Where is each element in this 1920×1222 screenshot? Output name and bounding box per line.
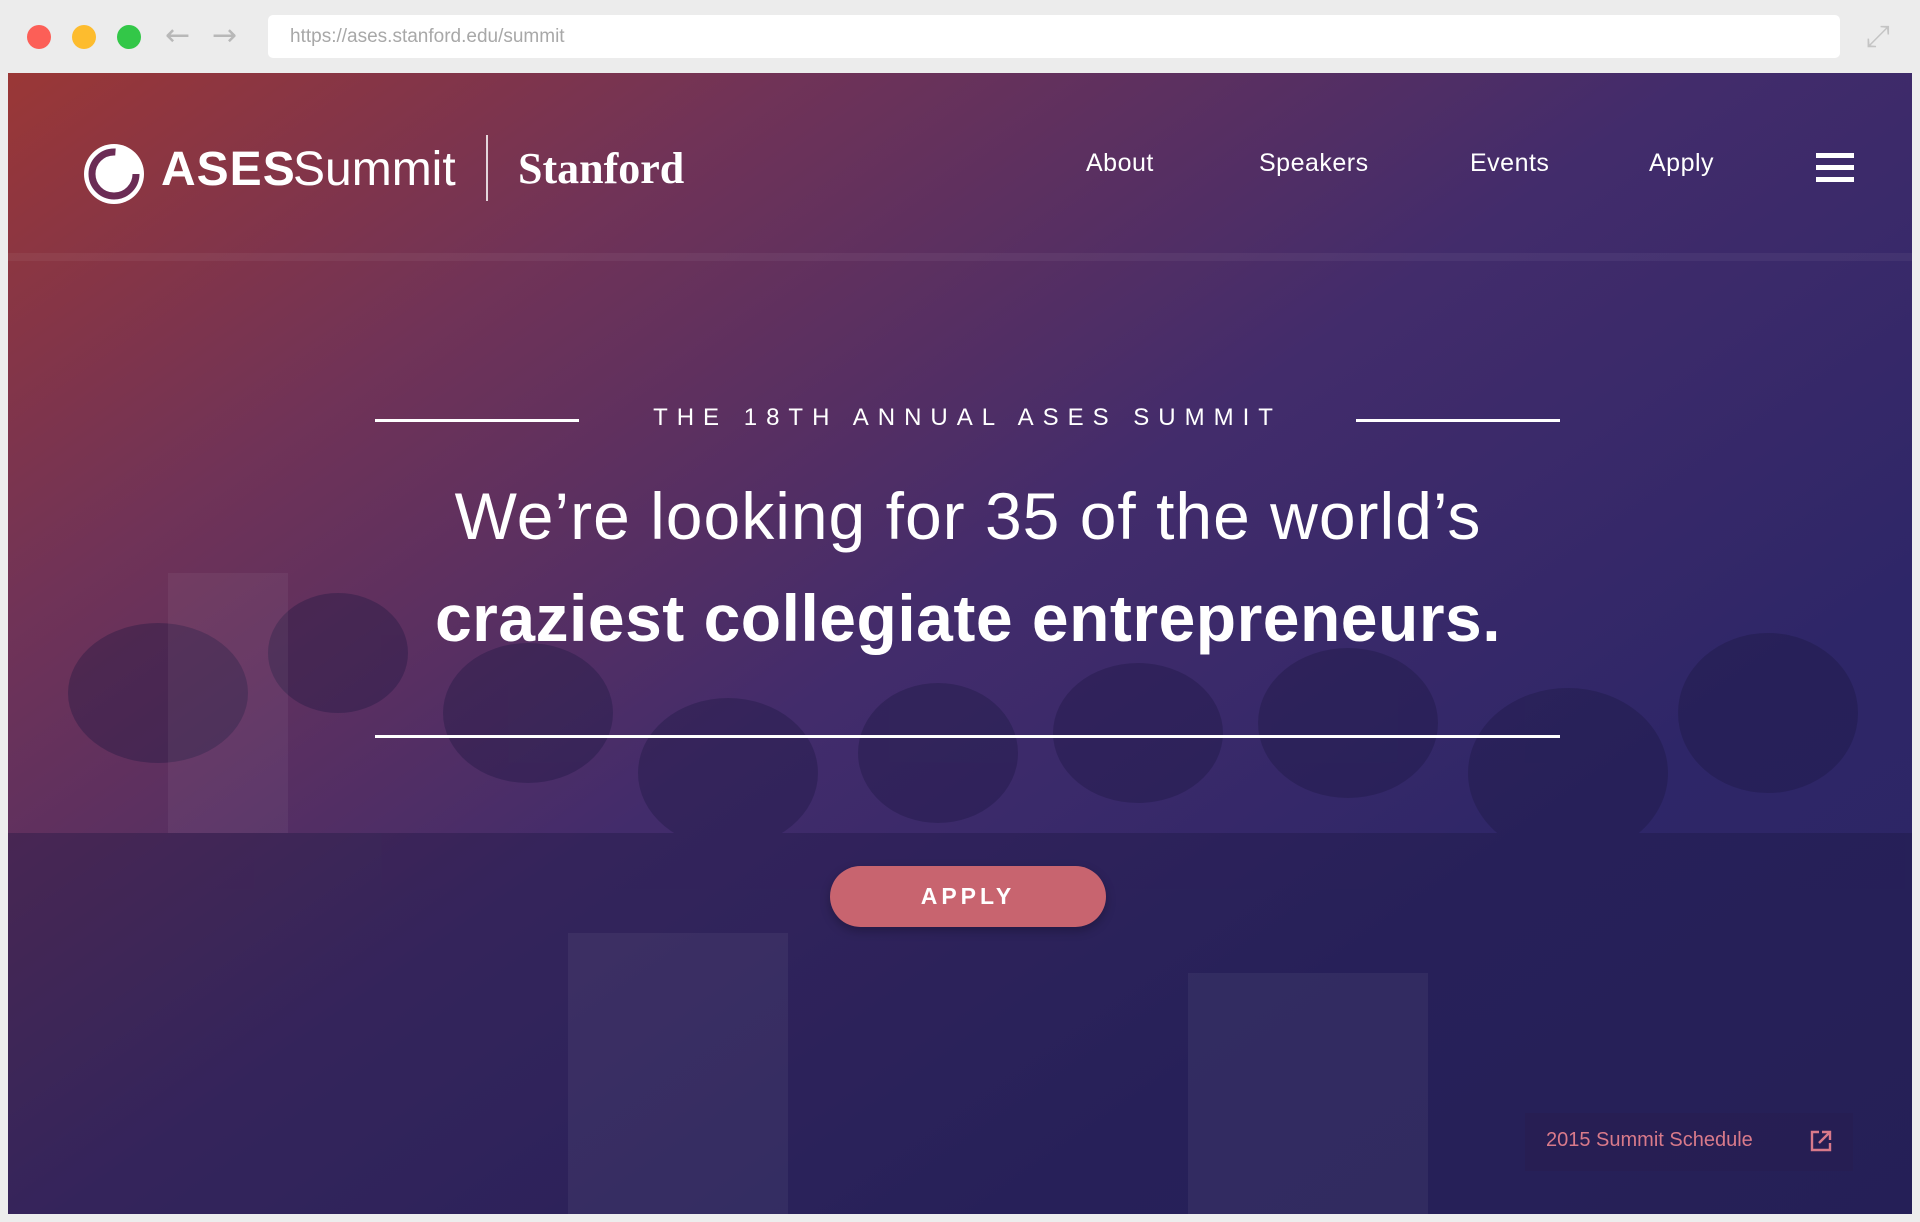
headline-divider xyxy=(375,735,1560,738)
apply-button[interactable]: APPLY xyxy=(830,866,1106,927)
ases-ring-logo-icon xyxy=(84,144,144,204)
arrow-left-icon[interactable]: ← xyxy=(165,18,190,54)
nav-about[interactable]: About xyxy=(1086,149,1154,178)
maximize-window-button[interactable] xyxy=(117,25,141,49)
hero-headline-line2: craziest collegiate entrepreneurs. xyxy=(434,581,1502,655)
expand-diagonal-icon[interactable]: ⤢ xyxy=(1866,20,1890,54)
close-window-button[interactable] xyxy=(27,25,51,49)
hero-section: ASES Summit Stanford About Speakers Even… xyxy=(8,73,1912,1214)
url-text: https://ases.stanford.edu/summit xyxy=(290,26,565,47)
browser-chrome: ← → https://ases.stanford.edu/summit ⤢ xyxy=(0,0,1920,73)
summit-schedule-label: 2015 Summit Schedule xyxy=(1546,1129,1753,1151)
summit-schedule-link[interactable]: 2015 Summit Schedule xyxy=(1525,1113,1853,1171)
arrow-right-icon[interactable]: → xyxy=(212,18,237,54)
hero-headline-line1: We’re looking for 35 of the world’s xyxy=(454,479,1482,553)
eyebrow-rule-right xyxy=(1356,419,1560,422)
logo-stanford-text: Stanford xyxy=(518,144,685,193)
logo-summit-text: Summit xyxy=(293,143,456,196)
eyebrow-rule-left xyxy=(375,419,579,422)
hero-eyebrow: THE 18TH ANNUAL ASES SUMMIT xyxy=(653,404,1282,431)
minimize-window-button[interactable] xyxy=(72,25,96,49)
external-link-icon xyxy=(1810,1130,1832,1152)
apply-button-label: APPLY xyxy=(920,883,1016,909)
hamburger-menu-icon[interactable] xyxy=(1816,153,1854,187)
address-bar[interactable]: https://ases.stanford.edu/summit xyxy=(268,15,1840,58)
logo-divider xyxy=(486,135,488,201)
logo-ases-text: ASES xyxy=(161,143,296,196)
nav-apply[interactable]: Apply xyxy=(1649,149,1714,178)
nav-events[interactable]: Events xyxy=(1470,149,1549,178)
nav-speakers[interactable]: Speakers xyxy=(1259,149,1369,178)
